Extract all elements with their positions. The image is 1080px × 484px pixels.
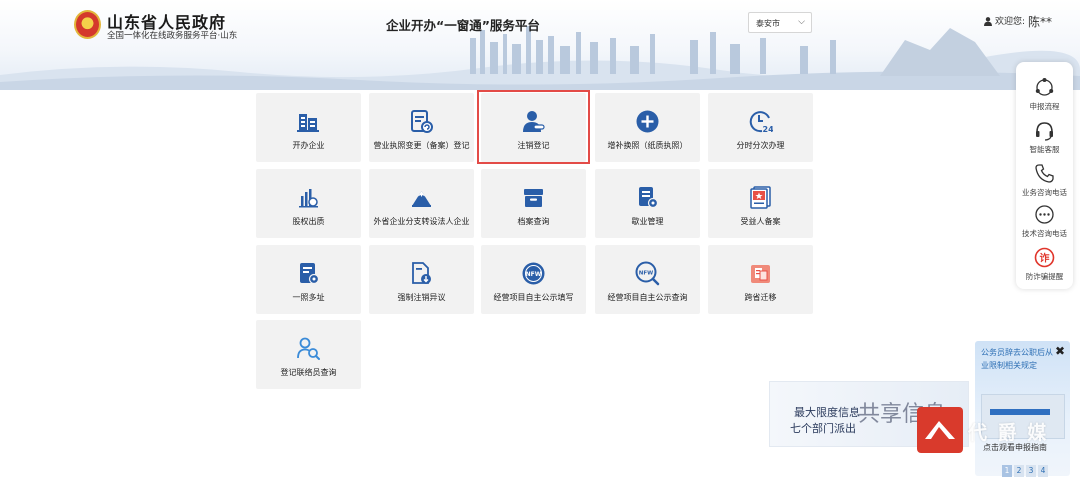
watermark-text: 代 爵 媒 xyxy=(968,422,1049,444)
service-tile-business-scope-fill[interactable]: NFW 经营项目自主公示填写 xyxy=(481,245,586,314)
user-menu[interactable]: 欢迎您: 陈** xyxy=(984,13,1052,30)
watermark-logo xyxy=(917,407,963,453)
svg-text:诈: 诈 xyxy=(1040,252,1050,265)
headset-icon xyxy=(1036,122,1053,141)
city-select[interactable]: 泰安市 ⌵ xyxy=(748,12,812,33)
document-settings-icon xyxy=(300,263,320,285)
flow-icon xyxy=(1035,78,1054,96)
platform-title: 企业开办“一窗通”服务平台 xyxy=(386,18,540,33)
service-tile-replace-license[interactable]: 增补换照（纸质执照） xyxy=(595,93,700,162)
service-label: 登记联络员查询 xyxy=(280,368,337,377)
service-label: 分时分次办理 xyxy=(736,141,785,150)
equity-chart-icon xyxy=(299,189,318,208)
notice-popup[interactable]: 公务员辞去公职后从业限制相关规定 ✖ 点击观看申报指南 1234 xyxy=(975,341,1070,477)
page-button[interactable]: 1 xyxy=(1002,465,1012,477)
person-icon xyxy=(984,17,992,26)
page-button[interactable]: 3 xyxy=(1026,465,1036,477)
service-tile-forced-deregistration-objection[interactable]: 强制注销异议 xyxy=(369,245,474,314)
service-label: 股权出质 xyxy=(292,217,325,226)
service-tile-business-scope-query[interactable]: NFW 经营项目自主公示查询 xyxy=(595,245,700,314)
transfer-icon xyxy=(751,265,770,283)
document-gear-icon xyxy=(639,187,659,209)
service-label: 强制注销异议 xyxy=(397,293,446,302)
svg-text:NFW: NFW xyxy=(526,271,542,278)
anti-fraud-icon: 诈 xyxy=(1034,247,1055,268)
page-button[interactable]: 4 xyxy=(1038,465,1048,477)
float-item-business-phone[interactable]: 业务咨询电话 xyxy=(1016,160,1073,200)
svg-text:NFW: NFW xyxy=(639,271,653,277)
service-tile-multi-address[interactable]: 一照多址 xyxy=(256,245,361,314)
service-tile-license-change[interactable]: 营业执照变更（备案）登记 xyxy=(369,93,474,162)
service-tile-liaison-query[interactable]: 登记联络员查询 xyxy=(256,320,361,389)
service-label: 注销登记 xyxy=(517,141,550,150)
service-label: 一照多址 xyxy=(292,293,325,302)
float-item-label: 防诈骗提醒 xyxy=(1025,272,1064,281)
chevron-down-icon: ⌵ xyxy=(798,17,805,27)
national-emblem-icon xyxy=(74,10,101,39)
banner-line-1: 最大限度信息 xyxy=(794,406,860,419)
service-label: 开办企业 xyxy=(292,141,325,150)
gov-subtitle: 全国一体化在线政务服务平台·山东 xyxy=(107,31,238,41)
plus-circle-icon xyxy=(636,110,659,133)
service-label: 档案查询 xyxy=(517,217,550,226)
float-item-tech-phone[interactable]: 技术咨询电话 xyxy=(1016,201,1073,241)
float-item-label: 申报流程 xyxy=(1029,102,1060,111)
phone-icon xyxy=(1035,164,1054,183)
service-label: 受益人备案 xyxy=(740,217,781,226)
notice-text[interactable]: 公务员辞去公职后从业限制相关规定 xyxy=(981,346,1057,372)
user-minus-icon xyxy=(523,111,545,132)
service-label: 营业执照变更（备案）登记 xyxy=(373,141,470,150)
float-item-label: 技术咨询电话 xyxy=(1022,229,1067,238)
service-label: 跨省迁移 xyxy=(744,293,777,302)
service-tile-branch-conversion[interactable]: 外省企业分支转设法人企业 xyxy=(369,169,474,238)
clock-24-icon: 24 xyxy=(749,111,774,134)
nfw-search-icon: NFW xyxy=(635,261,660,286)
archive-box-icon xyxy=(524,189,543,207)
svg-text:24: 24 xyxy=(763,125,774,134)
service-label: 经营项目自主公示查询 xyxy=(607,293,688,302)
service-label: 歇业管理 xyxy=(631,217,664,226)
page-button[interactable]: 2 xyxy=(1014,465,1024,477)
service-tile-cross-province-transfer[interactable]: 跨省迁移 xyxy=(708,245,813,314)
service-tile-archive-query[interactable]: 档案查询 xyxy=(481,169,586,238)
chat-dots-icon xyxy=(1035,205,1054,224)
person-search-icon xyxy=(297,337,320,360)
float-item-smart-service[interactable]: 智能客服 xyxy=(1016,117,1073,157)
close-icon[interactable]: ✖ xyxy=(1055,344,1065,358)
nfw-badge-icon: NFW xyxy=(522,262,545,285)
building-icon xyxy=(297,114,319,132)
float-item-label: 智能客服 xyxy=(1029,145,1060,154)
service-label: 增补换照（纸质执照） xyxy=(607,141,688,150)
user-name: 陈** xyxy=(1028,15,1053,29)
float-item-anti-fraud[interactable]: 诈 防诈骗提醒 xyxy=(1016,244,1073,284)
service-tile-beneficiary-filing[interactable]: 受益人备案 xyxy=(708,169,813,238)
service-tile-timed-processing[interactable]: 24 分时分次办理 xyxy=(708,93,813,162)
banner-line-2: 七个部门派出 xyxy=(790,422,856,435)
service-label: 经营项目自主公示填写 xyxy=(493,293,574,302)
service-tile-open-business[interactable]: 开办企业 xyxy=(256,93,361,162)
service-tile-equity-pledge[interactable]: 股权出质 xyxy=(256,169,361,238)
document-refresh-icon xyxy=(411,110,433,133)
service-label: 外省企业分支转设法人企业 xyxy=(373,217,470,226)
notice-pagination: 1234 xyxy=(1002,458,1050,477)
service-tile-deregistration[interactable]: 注销登记 xyxy=(481,93,586,162)
document-download-icon xyxy=(412,262,431,284)
float-item-process[interactable]: 申报流程 xyxy=(1016,74,1073,114)
header-banner: 山东省人民政府 全国一体化在线政务服务平台·山东 企业开办“一窗通”服务平台 泰… xyxy=(0,0,1080,90)
service-tile-suspension[interactable]: 歇业管理 xyxy=(595,169,700,238)
star-document-icon xyxy=(750,186,771,209)
mountain-icon xyxy=(412,191,431,207)
float-item-label: 业务咨询电话 xyxy=(1022,188,1067,197)
side-float-menu: 申报流程 智能客服 业务咨询电话 技术咨询电话 诈 防诈骗提醒 xyxy=(1016,62,1073,289)
city-select-value: 泰安市 xyxy=(756,19,780,28)
welcome-text: 欢迎您: xyxy=(995,17,1026,27)
